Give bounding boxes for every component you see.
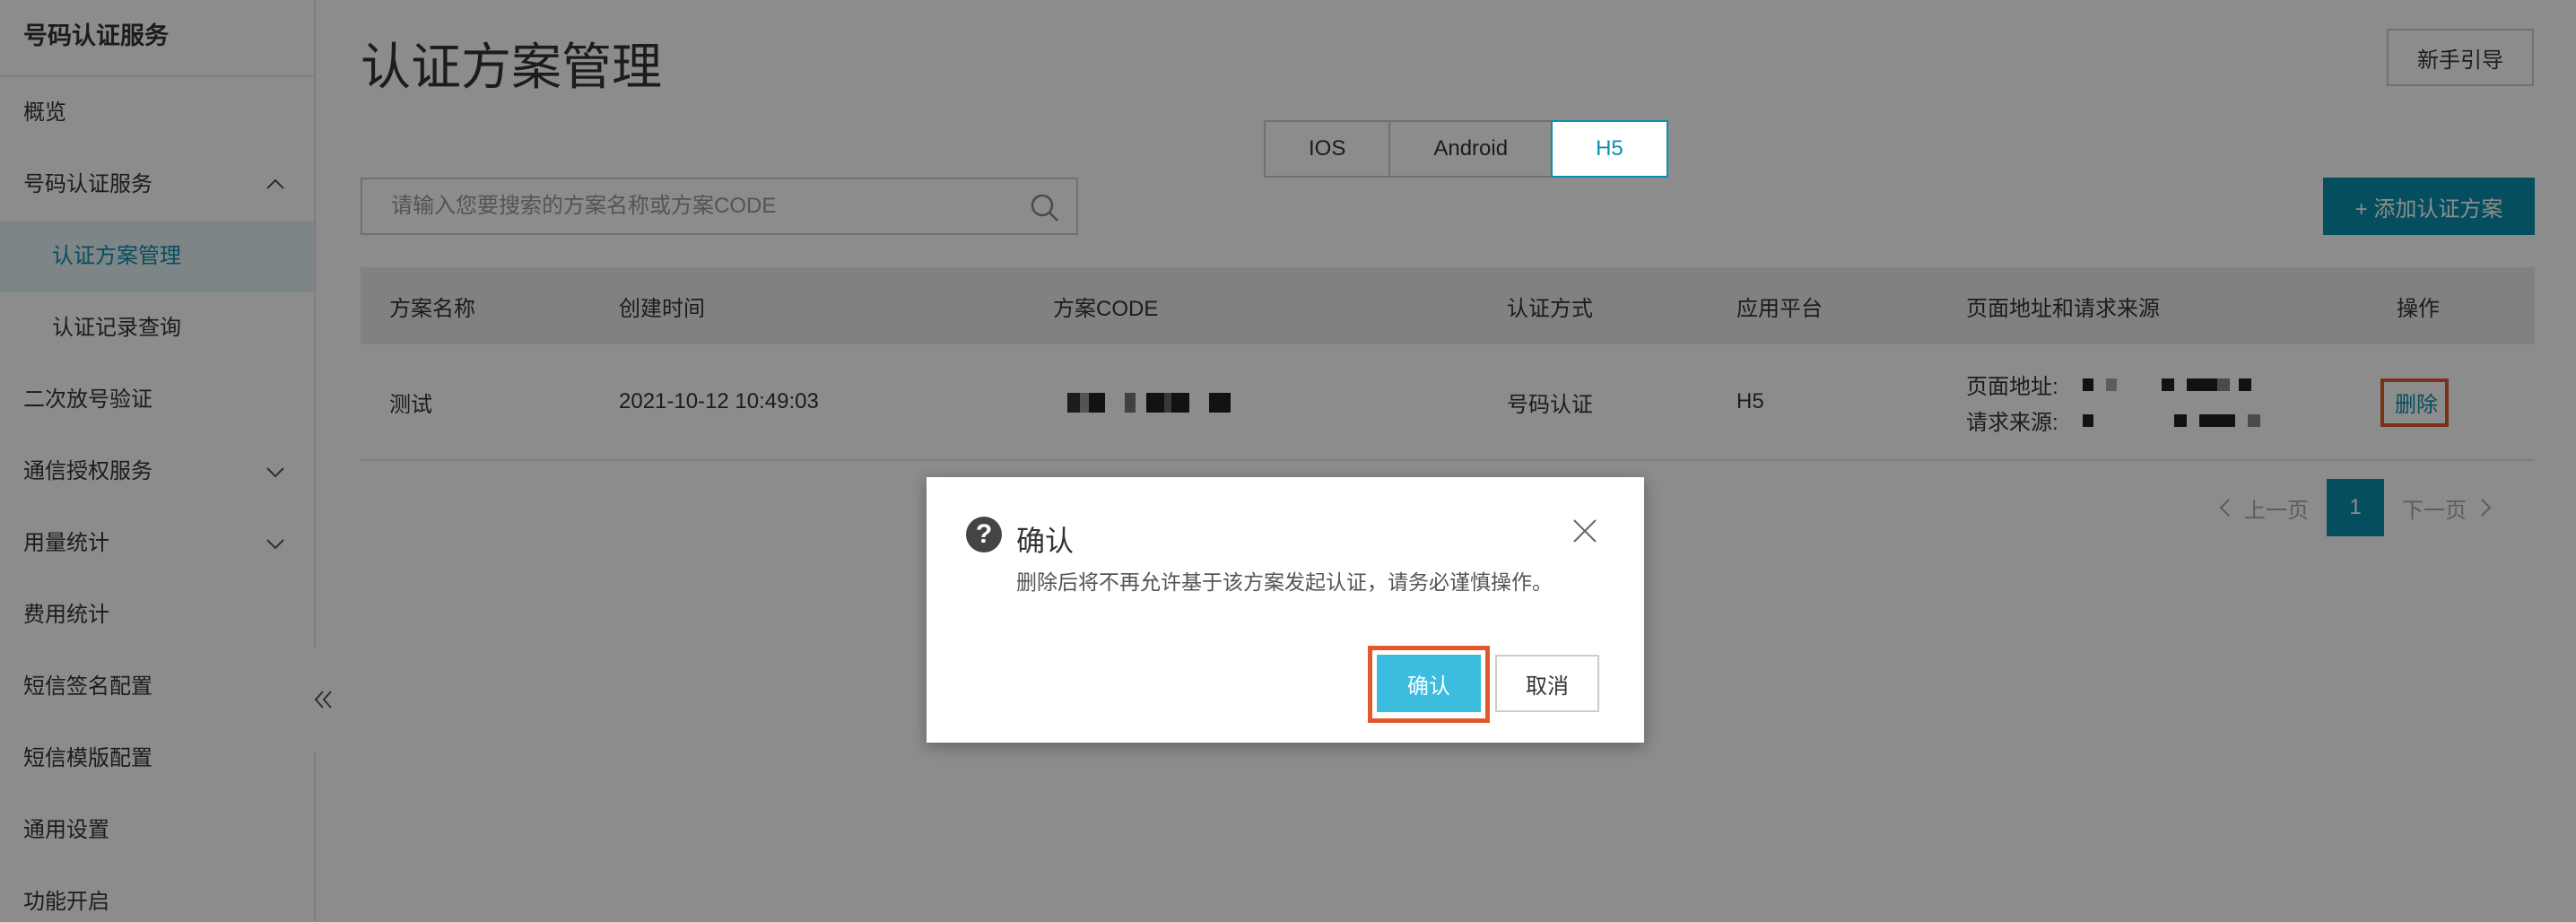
- question-icon: ?: [966, 517, 1002, 552]
- tab-h5[interactable]: H5: [1551, 120, 1668, 178]
- modal-overlay[interactable]: [0, 0, 2576, 922]
- confirm-dialog: ? 确认 删除后将不再允许基于该方案发起认证，请务必谨慎操作。 确认 取消: [927, 477, 1644, 743]
- confirm-button[interactable]: 确认: [1377, 655, 1481, 712]
- dialog-title: 确认: [1016, 525, 1075, 557]
- close-icon[interactable]: [1571, 517, 1599, 545]
- cancel-button[interactable]: 取消: [1495, 655, 1599, 712]
- dialog-message: 删除后将不再允许基于该方案发起认证，请务必谨慎操作。: [1016, 570, 1553, 594]
